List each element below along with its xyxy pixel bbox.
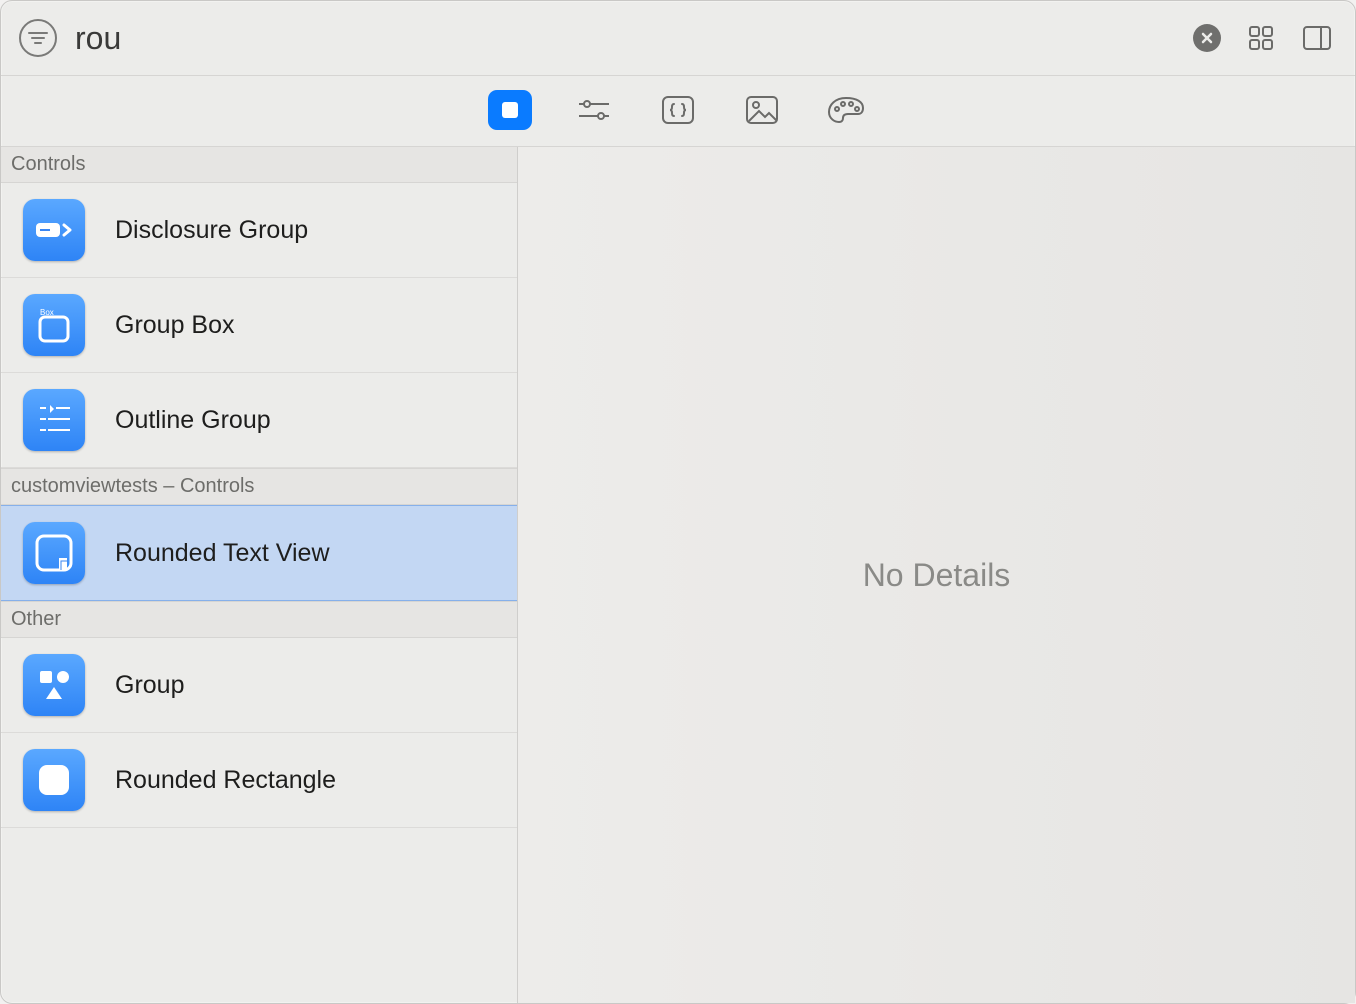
group-box-icon: Box <box>23 294 85 356</box>
list-item-label: Rounded Rectangle <box>115 766 336 795</box>
tab-objects[interactable] <box>488 90 532 130</box>
tab-snippets[interactable] <box>656 90 700 130</box>
palette-icon <box>826 95 866 125</box>
close-icon <box>1200 31 1214 45</box>
list-item-rounded-rectangle[interactable]: Rounded Rectangle <box>1 733 517 828</box>
top-right-controls <box>1193 22 1333 54</box>
group-icon <box>23 654 85 716</box>
braces-icon <box>661 95 695 125</box>
tab-media[interactable] <box>740 90 784 130</box>
list-item-disclosure-group[interactable]: Disclosure Group <box>1 183 517 278</box>
detail-empty-text: No Details <box>863 557 1011 594</box>
library-window: Controls Disclosure Group Box Group Box … <box>0 0 1356 1004</box>
toggle-detail-panel-button[interactable] <box>1301 22 1333 54</box>
rounded-text-view-icon <box>23 522 85 584</box>
section-header-custom: customviewtests – Controls <box>1 468 517 505</box>
sliders-icon <box>577 98 611 122</box>
filter-button[interactable] <box>19 19 57 57</box>
category-tabs <box>1 76 1355 147</box>
view-mode-grid-button[interactable] <box>1245 22 1277 54</box>
tab-colors[interactable] <box>824 90 868 130</box>
list-item-label: Rounded Text View <box>115 539 330 568</box>
list-item-label: Disclosure Group <box>115 216 308 245</box>
tab-modifiers[interactable] <box>572 90 616 130</box>
list-item-group[interactable]: Group <box>1 638 517 733</box>
grid-icon <box>1247 24 1275 52</box>
search-input[interactable] <box>75 20 1175 57</box>
list-item-outline-group[interactable]: Outline Group <box>1 373 517 468</box>
section-header-other: Other <box>1 601 517 638</box>
sidebar-icon <box>1302 25 1332 51</box>
list-item-group-box[interactable]: Box Group Box <box>1 278 517 373</box>
filter-icon <box>28 31 48 45</box>
body: Controls Disclosure Group Box Group Box … <box>1 147 1355 1003</box>
disclosure-group-icon <box>23 199 85 261</box>
list-item-label: Outline Group <box>115 406 271 435</box>
list-item-rounded-text-view[interactable]: Rounded Text View <box>1 505 517 601</box>
list-item-label: Group Box <box>115 311 235 340</box>
outline-group-icon <box>23 389 85 451</box>
list-item-label: Group <box>115 671 184 700</box>
rounded-rectangle-icon <box>23 749 85 811</box>
section-header-controls: Controls <box>1 147 517 183</box>
square-icon <box>500 100 520 120</box>
search-row <box>1 1 1355 76</box>
image-icon <box>745 95 779 125</box>
clear-search-button[interactable] <box>1193 24 1221 52</box>
results-list[interactable]: Controls Disclosure Group Box Group Box … <box>1 147 518 1003</box>
detail-panel: No Details <box>518 147 1355 1003</box>
